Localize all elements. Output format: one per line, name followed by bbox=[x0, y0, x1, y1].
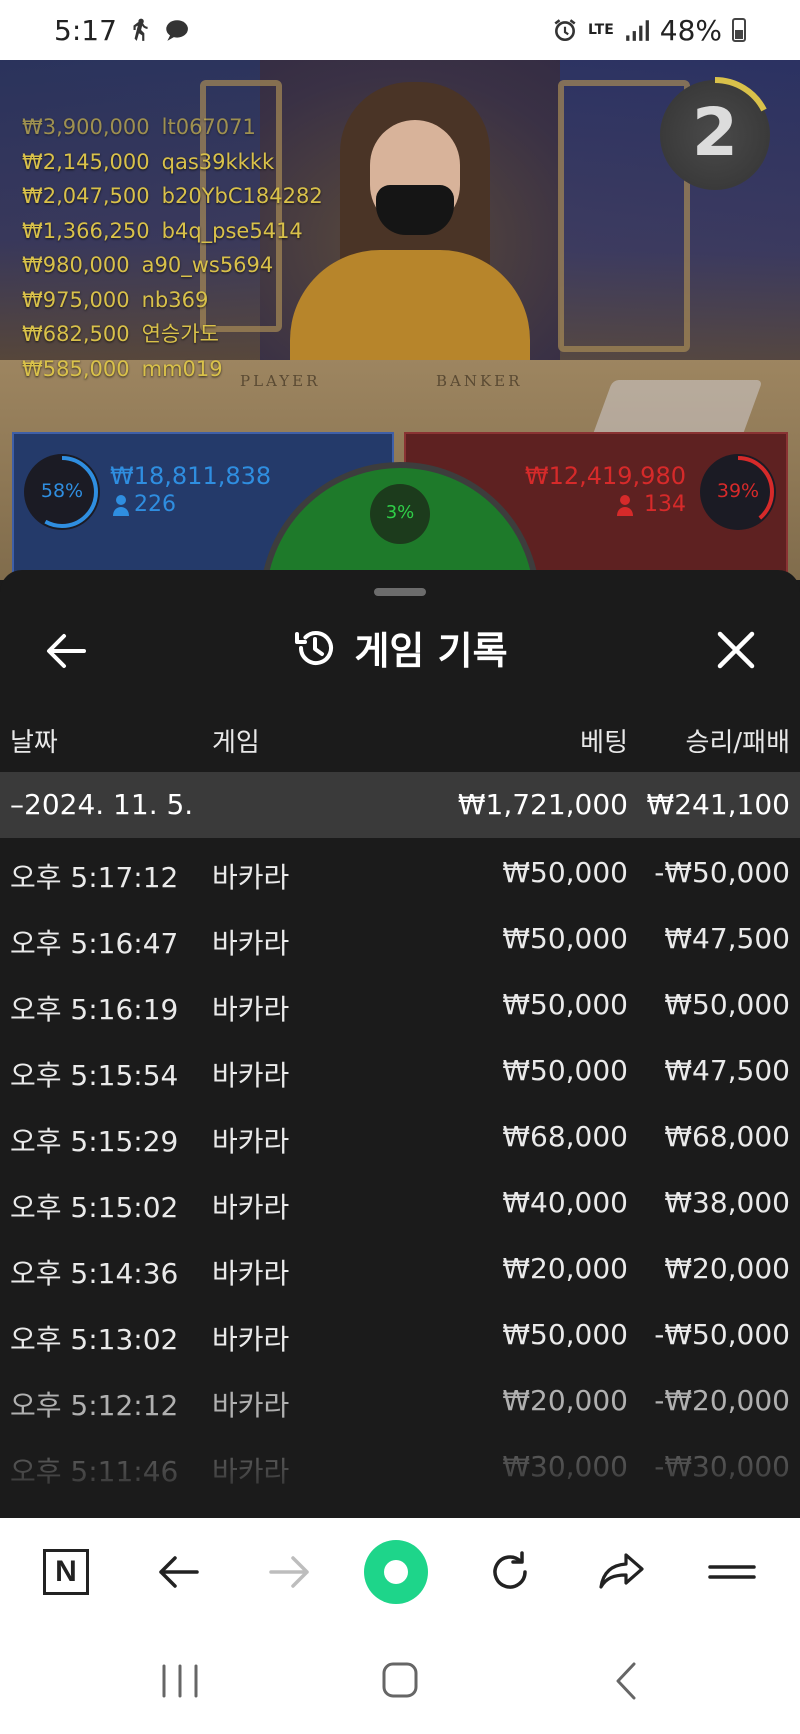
banker-percent-ring: 39% bbox=[700, 454, 776, 530]
history-icon bbox=[295, 630, 334, 665]
table-row[interactable]: 오후 5:16:19 바카라 ₩50,000 ₩50,000 bbox=[0, 972, 800, 1038]
table-row[interactable]: 오후 5:17:12 바카라 ₩50,000 -₩50,000 bbox=[0, 840, 800, 906]
recent-apps-button[interactable] bbox=[150, 1656, 210, 1706]
status-right: LTE 48% bbox=[552, 14, 746, 47]
table-label-banker: BANKER bbox=[436, 372, 523, 390]
share-icon bbox=[599, 1553, 644, 1589]
battery-icon bbox=[732, 18, 746, 42]
arrow-left-icon bbox=[159, 1556, 199, 1588]
banker-bettor-count: 134 bbox=[644, 492, 686, 517]
share-button[interactable] bbox=[592, 1542, 652, 1602]
arrow-right-icon bbox=[269, 1556, 309, 1588]
column-win-loss: 승리/패배 bbox=[685, 728, 790, 758]
green-dot-button[interactable] bbox=[362, 1538, 430, 1606]
browser-back-button[interactable] bbox=[148, 1542, 208, 1602]
date-group-bet-total: ₩1,721,000 bbox=[457, 788, 628, 821]
leaderboard-item: ₩585,000 mm019 bbox=[22, 356, 223, 381]
sheet-title: 게임 기록 bbox=[354, 629, 508, 673]
leaderboard-item: ₩2,145,000 qas39kkkk bbox=[22, 149, 275, 174]
signal-icon bbox=[625, 20, 649, 41]
round-timer-arc bbox=[714, 77, 767, 112]
refresh-button[interactable] bbox=[480, 1542, 540, 1602]
table-row[interactable]: 오후 5:15:54 바카라 ₩50,000 ₩47,500 bbox=[0, 1038, 800, 1104]
system-back-button[interactable] bbox=[596, 1656, 656, 1706]
hamburger-icon bbox=[708, 1565, 756, 1579]
column-game: 게임 bbox=[212, 728, 260, 758]
browser-forward-button[interactable] bbox=[260, 1542, 320, 1602]
green-dot-icon bbox=[364, 1540, 428, 1604]
date-group-win-loss-total: ₩241,100 bbox=[646, 788, 790, 821]
leaderboard-item: ₩3,900,000 lt067071 bbox=[22, 115, 256, 139]
user-icon bbox=[113, 495, 129, 516]
battery-percent: 48% bbox=[659, 13, 722, 47]
system-nav-bar bbox=[0, 1626, 800, 1734]
leaderboard-item: ₩2,047,500 b20YbC184282 bbox=[22, 184, 323, 208]
status-time: 5:17 bbox=[54, 13, 117, 47]
banker-bet-total: ₩12,419,980 bbox=[524, 462, 686, 490]
home-button[interactable] bbox=[370, 1656, 430, 1706]
person-walking-icon bbox=[133, 18, 148, 41]
recent-apps-icon bbox=[162, 1664, 198, 1698]
tie-percent: 3% bbox=[385, 502, 415, 523]
column-date: 날짜 bbox=[10, 728, 58, 758]
leaderboard-item: ₩1,366,250 b4q_pse5414 bbox=[22, 218, 303, 243]
winners-leaderboard: ₩3,900,000 lt067071 ₩2,145,000 qas39kkkk ₩… bbox=[22, 110, 323, 386]
table-row[interactable]: 오후 5:15:02 바카라 ₩40,000 ₩38,000 bbox=[0, 1170, 800, 1236]
close-button[interactable] bbox=[710, 624, 762, 676]
date-group-label: –2024. 11. 5. bbox=[10, 788, 194, 821]
status-bar: 5:17 LTE 48% bbox=[0, 0, 800, 60]
status-left: 5:17 bbox=[54, 14, 189, 47]
refresh-icon bbox=[493, 1551, 527, 1589]
table-header: 날짜 게임 베팅 승리/패배 bbox=[0, 712, 800, 762]
network-type: LTE bbox=[588, 22, 614, 38]
player-bettor-count: 226 bbox=[134, 492, 176, 517]
menu-button[interactable] bbox=[702, 1542, 762, 1602]
leaderboard-item: ₩975,000 nb369 bbox=[22, 287, 209, 312]
table-row[interactable]: 오후 5:12:12 바카라 ₩20,000 -₩20,000 bbox=[0, 1368, 800, 1434]
naver-home-button[interactable]: N bbox=[36, 1542, 96, 1602]
naver-logo: N bbox=[43, 1549, 89, 1595]
column-bet: 베팅 bbox=[580, 728, 628, 758]
chat-bubble-icon bbox=[166, 20, 188, 41]
sheet-title-wrap: 게임 기록 bbox=[0, 620, 800, 675]
sheet-drag-handle[interactable] bbox=[374, 588, 426, 596]
chevron-left-icon bbox=[616, 1662, 636, 1700]
leaderboard-item: ₩980,000 a90_ws5694 bbox=[22, 253, 274, 277]
sheet-header: 게임 기록 bbox=[0, 610, 800, 690]
date-group-row[interactable]: –2024. 11. 5. ₩1,721,000 ₩241,100 bbox=[0, 772, 800, 838]
close-icon bbox=[717, 631, 755, 669]
alarm-icon bbox=[554, 19, 576, 42]
banker-percent: 39% bbox=[716, 480, 760, 502]
table-row[interactable]: 오후 5:14:36 바카라 ₩20,000 ₩20,000 bbox=[0, 1236, 800, 1302]
leaderboard-item: ₩682,500 연승가도 bbox=[22, 322, 219, 346]
game-history-sheet: 게임 기록 날짜 게임 베팅 승리/패배 –2024. 11. 5. ₩1,72… bbox=[0, 570, 800, 1518]
player-percent-ring: 58% bbox=[24, 454, 100, 530]
tie-percent-ring: 3% bbox=[370, 484, 430, 544]
table-row[interactable]: 오후 5:15:29 바카라 ₩68,000 ₩68,000 bbox=[0, 1104, 800, 1170]
table-row[interactable]: 오후 5:13:02 바카라 ₩50,000 -₩50,000 bbox=[0, 1302, 800, 1368]
history-rows: 오후 5:17:12 바카라 ₩50,000 -₩50,000 오후 5:16:47 바… bbox=[0, 840, 800, 1500]
browser-toolbar: N bbox=[0, 1518, 800, 1626]
player-bet-total: ₩18,811,838 bbox=[110, 462, 272, 490]
table-row[interactable]: 오후 5:16:47 바카라 ₩50,000 ₩47,500 bbox=[0, 906, 800, 972]
home-icon bbox=[382, 1662, 418, 1698]
player-percent: 58% bbox=[40, 480, 84, 502]
user-icon bbox=[617, 495, 633, 516]
